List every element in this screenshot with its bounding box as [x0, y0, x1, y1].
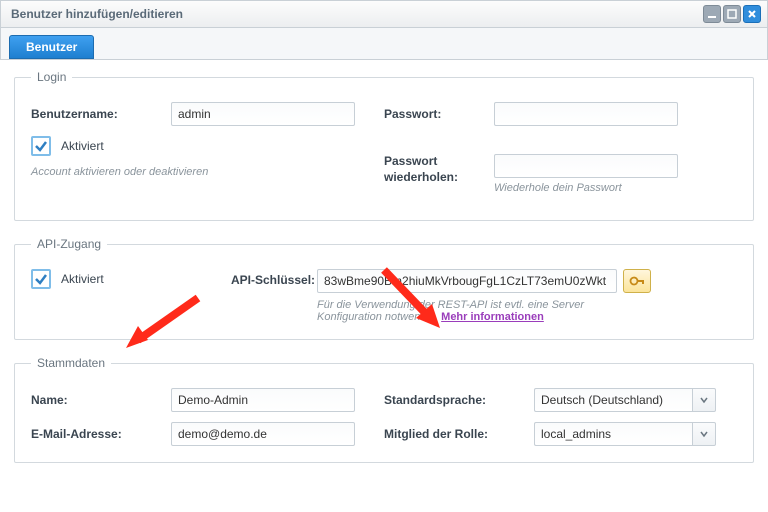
minimize-button[interactable]: [703, 5, 721, 23]
window-title: Benutzer hinzufügen/editieren: [11, 7, 183, 21]
close-button[interactable]: [743, 5, 761, 23]
username-label: Benutzername:: [31, 107, 171, 121]
tab-user[interactable]: Benutzer: [9, 35, 94, 59]
api-activated-label: Aktiviert: [61, 272, 104, 286]
lang-label: Standardsprache:: [384, 393, 534, 407]
lang-dropdown-button[interactable]: [692, 388, 716, 412]
maximize-button[interactable]: [723, 5, 741, 23]
generate-key-button[interactable]: [623, 269, 651, 293]
password-repeat-label: Passwort wiederholen:: [384, 154, 494, 185]
email-input[interactable]: [171, 422, 355, 446]
login-activated-label: Aktiviert: [61, 139, 104, 153]
fieldset-api: API-Zugang Aktiviert API-Schlüssel:: [14, 237, 754, 340]
api-more-info-link[interactable]: Mehr informationen: [441, 311, 544, 323]
role-select[interactable]: [534, 422, 692, 446]
api-key-input[interactable]: [317, 269, 617, 293]
legend-login: Login: [31, 70, 72, 84]
tab-user-label: Benutzer: [26, 40, 77, 54]
legend-api: API-Zugang: [31, 237, 107, 251]
titlebar: Benutzer hinzufügen/editieren: [0, 0, 768, 28]
fieldset-master: Stammdaten Name: E-Mail-Adresse: Standar…: [14, 356, 754, 463]
role-dropdown-button[interactable]: [692, 422, 716, 446]
login-activated-checkbox[interactable]: [31, 136, 51, 156]
password-input[interactable]: [494, 102, 678, 126]
window-controls: [703, 5, 761, 23]
role-label: Mitglied der Rolle:: [384, 427, 534, 441]
api-hint: Für die Verwendung der REST-API ist evtl…: [317, 299, 637, 323]
api-activated-checkbox[interactable]: [31, 269, 51, 289]
toolbar: Benutzer: [0, 28, 768, 60]
chevron-down-icon: [700, 430, 708, 438]
password-repeat-input[interactable]: [494, 154, 678, 178]
chevron-down-icon: [700, 396, 708, 404]
key-icon: [629, 273, 645, 289]
login-activated-hint: Account aktivieren oder deaktivieren: [31, 166, 384, 178]
lang-select[interactable]: [534, 388, 692, 412]
email-label: E-Mail-Adresse:: [31, 427, 171, 441]
api-key-label: API-Schlüssel:: [231, 273, 317, 289]
password-repeat-hint: Wiederhole dein Passwort: [494, 182, 622, 194]
name-input[interactable]: [171, 388, 355, 412]
password-label: Passwort:: [384, 107, 494, 121]
legend-master: Stammdaten: [31, 356, 111, 370]
username-input[interactable]: [171, 102, 355, 126]
name-label: Name:: [31, 393, 171, 407]
fieldset-login: Login Benutzername: Aktiviert Account ak…: [14, 70, 754, 221]
